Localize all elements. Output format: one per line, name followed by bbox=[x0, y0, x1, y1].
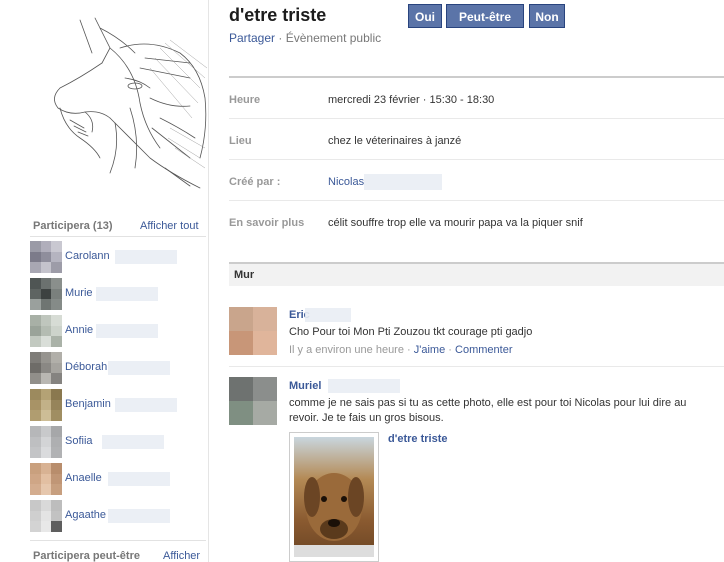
event-visibility: Évènement public bbox=[285, 31, 382, 45]
attendee-name-link[interactable]: Déborah bbox=[65, 361, 107, 373]
redacted-name-block bbox=[305, 308, 351, 322]
attendee-name-link[interactable]: Annie bbox=[65, 324, 93, 336]
detail-divider bbox=[229, 118, 724, 119]
wall-header: Mur bbox=[229, 262, 724, 286]
attendee-item[interactable]: Carolann bbox=[30, 241, 206, 274]
attendee-avatar[interactable] bbox=[30, 426, 62, 458]
dog-photo-icon bbox=[294, 473, 374, 557]
details-top-border bbox=[229, 76, 724, 78]
detail-divider bbox=[229, 159, 724, 160]
sidebar-divider bbox=[30, 540, 206, 541]
wall-title: Mur bbox=[234, 269, 255, 281]
attendee-name-link[interactable]: Agaathe bbox=[65, 509, 106, 521]
redacted-name-block bbox=[108, 361, 171, 375]
attendee-avatar[interactable] bbox=[30, 352, 62, 384]
attendee-name-link[interactable]: Murie bbox=[65, 287, 93, 299]
attendee-name-link[interactable]: Sofiia bbox=[65, 435, 93, 447]
attendee-item[interactable]: Annie bbox=[30, 315, 206, 348]
detail-label-creator: Créé par : bbox=[229, 176, 281, 188]
redacted-name-block bbox=[114, 250, 177, 264]
attendee-item[interactable]: Murie bbox=[30, 278, 206, 311]
attending-title: Participera (13) bbox=[33, 220, 113, 232]
detail-value-creator-link[interactable]: Nicolas bbox=[328, 176, 364, 188]
redacted-name-block bbox=[102, 435, 165, 449]
post-timestamp: Il y a environ une heure bbox=[289, 344, 404, 356]
attendee-item[interactable]: Anaelle bbox=[30, 463, 206, 496]
attendee-name-link[interactable]: Anaelle bbox=[65, 472, 102, 484]
detail-value-more: célit souffre trop elle va mourir papa v… bbox=[328, 217, 583, 229]
attendee-avatar[interactable] bbox=[30, 241, 62, 273]
attachment-title-link[interactable]: d'etre triste bbox=[388, 433, 447, 445]
redacted-name-block bbox=[108, 509, 171, 523]
comment-link[interactable]: Commenter bbox=[455, 344, 512, 356]
attendee-avatar[interactable] bbox=[30, 278, 62, 310]
rsvp-yes-button[interactable]: Oui bbox=[408, 4, 442, 28]
attendee-item[interactable]: Sofiia bbox=[30, 426, 206, 459]
attendee-item[interactable]: Déborah bbox=[30, 352, 206, 385]
attendee-avatar[interactable] bbox=[30, 500, 62, 532]
redacted-name-block bbox=[96, 324, 158, 338]
post-author-link[interactable]: Muriel bbox=[289, 380, 321, 392]
attendee-name-link[interactable]: Carolann bbox=[65, 250, 110, 262]
event-picture-wolf[interactable] bbox=[40, 8, 210, 198]
detail-label-place: Lieu bbox=[229, 135, 252, 147]
event-subtitle: Partager · Évènement public bbox=[229, 31, 381, 45]
post-author-avatar[interactable] bbox=[229, 307, 277, 355]
post-meta: Il y a environ une heure · J'aime · Comm… bbox=[289, 344, 513, 356]
redacted-name-block bbox=[364, 174, 442, 190]
redacted-name-block bbox=[108, 472, 171, 486]
sidebar-divider bbox=[30, 236, 206, 237]
redacted-name-block bbox=[114, 398, 177, 412]
share-link[interactable]: Partager bbox=[229, 31, 275, 45]
sidebar: Participera (13) Afficher tout Carolann M… bbox=[0, 0, 209, 562]
detail-label-time: Heure bbox=[229, 94, 261, 106]
detail-value-place: chez le véterinaires à janzé bbox=[328, 135, 462, 147]
event-title: d'etre triste bbox=[229, 5, 327, 25]
like-link[interactable]: J'aime bbox=[414, 344, 445, 356]
attendee-avatar[interactable] bbox=[30, 389, 62, 421]
attendee-name-link[interactable]: Benjamin bbox=[65, 398, 111, 410]
post-divider bbox=[229, 366, 724, 367]
attendee-item[interactable]: Agaathe bbox=[30, 500, 206, 533]
post-author-avatar[interactable] bbox=[229, 377, 277, 425]
attendee-avatar[interactable] bbox=[30, 315, 62, 347]
rsvp-no-button[interactable]: Non bbox=[529, 4, 565, 28]
post-text: Cho Pour toi Mon Pti Zouzou tkt courage … bbox=[289, 326, 533, 338]
detail-divider bbox=[229, 200, 724, 201]
redacted-name-block bbox=[96, 287, 158, 301]
post-text: comme je ne sais pas si tu as cette phot… bbox=[289, 397, 687, 424]
detail-label-more: En savoir plus bbox=[229, 217, 305, 229]
show-all-maybe-link[interactable]: Afficher bbox=[163, 550, 200, 562]
separator-dot: · bbox=[278, 31, 283, 45]
show-all-attending-link[interactable]: Afficher tout bbox=[140, 220, 199, 232]
attendee-avatar[interactable] bbox=[30, 463, 62, 495]
detail-value-time: mercredi 23 février · 15:30 - 18:30 bbox=[328, 94, 495, 106]
rsvp-maybe-button[interactable]: Peut-être bbox=[446, 4, 524, 28]
maybe-title: Participera peut-être bbox=[33, 550, 140, 562]
attendee-item[interactable]: Benjamin bbox=[30, 389, 206, 422]
redacted-name-block bbox=[328, 379, 400, 393]
attached-photo-dog[interactable] bbox=[289, 432, 379, 562]
